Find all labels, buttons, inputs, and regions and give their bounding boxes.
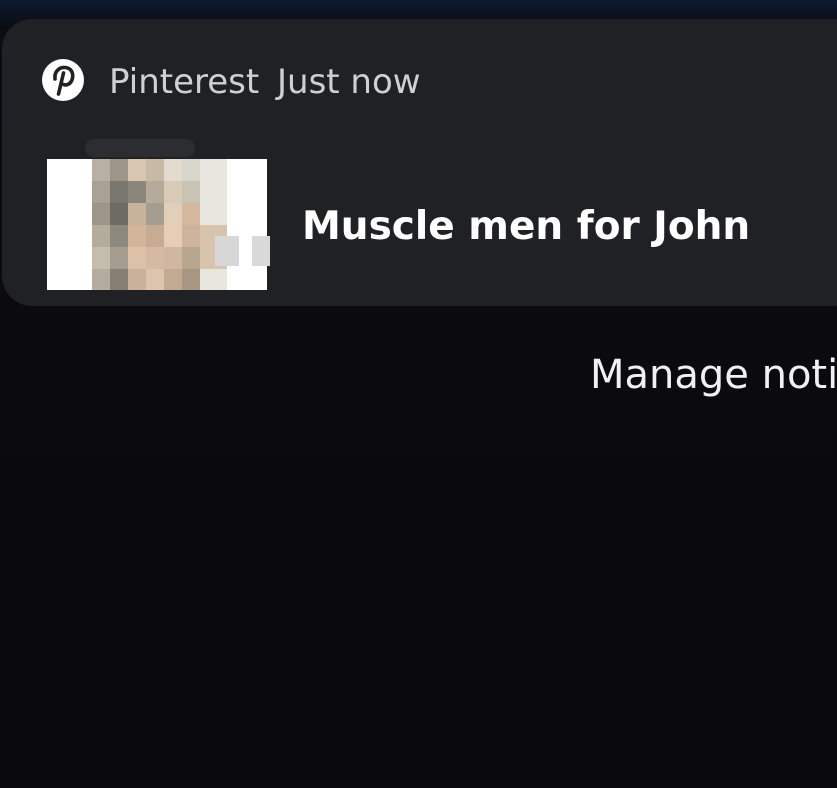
pin-thumbnail[interactable] <box>47 139 312 299</box>
app-name: Pinterest <box>109 62 260 102</box>
notification-title: Muscle men for John <box>302 204 751 249</box>
pinterest-logo-icon <box>40 57 86 103</box>
notification-timestamp: Just now <box>277 62 421 102</box>
notification-card[interactable]: Pinterest Just now Muscle men for John <box>2 19 837 306</box>
manage-notifications-button[interactable]: Manage noti <box>590 350 837 400</box>
